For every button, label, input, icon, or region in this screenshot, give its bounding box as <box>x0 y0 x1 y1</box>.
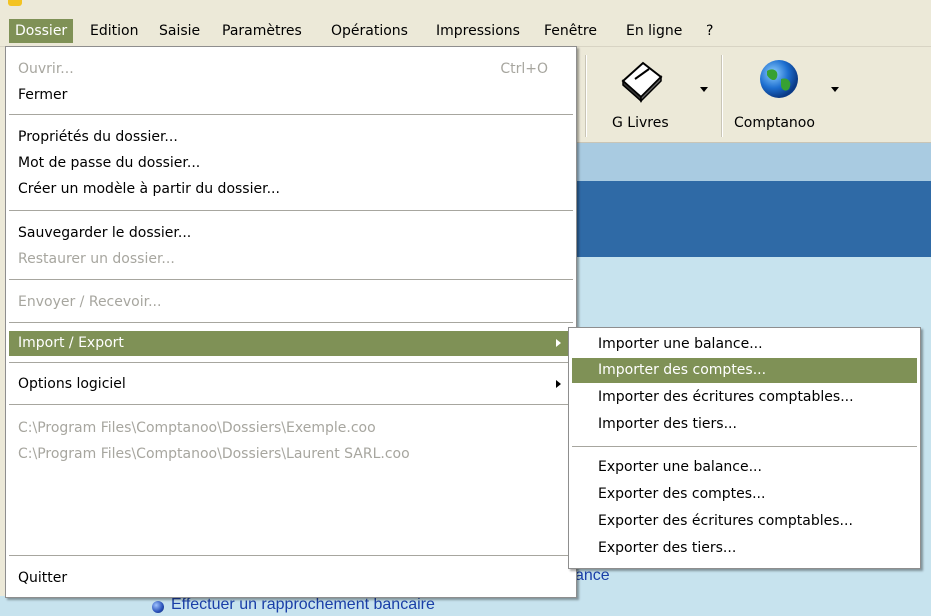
menu-item-quitter[interactable]: Quitter <box>9 566 573 591</box>
g-livres-button[interactable]: G Livres <box>595 47 713 141</box>
content-area-bottom: Effectuer un rapprochement bancaire <box>0 596 575 616</box>
menu-item-label: Exporter des tiers... <box>598 540 737 556</box>
bullet-icon <box>152 601 164 613</box>
menu-item-sauvegarder[interactable]: Sauvegarder le dossier... <box>9 221 573 246</box>
menu-item-label: Import / Export <box>18 335 124 351</box>
menu-item-label: Exporter des écritures comptables... <box>598 513 853 529</box>
menu-bar: Dossier Edition Saisie Paramètres Opérat… <box>0 16 931 47</box>
submenu-item-importer-balance[interactable]: Importer une balance... <box>572 332 917 357</box>
menu-separator <box>572 446 917 447</box>
menu-item-ouvrir[interactable]: Ouvrir... Ctrl+O <box>9 57 573 82</box>
menu-item-recent-file-1[interactable]: C:\Program Files\Comptanoo\Dossiers\Exem… <box>9 416 573 441</box>
header-band-light <box>575 143 931 181</box>
menu-parametres[interactable]: Paramètres <box>216 19 308 43</box>
globe-icon <box>760 60 798 98</box>
menu-separator <box>9 279 573 280</box>
menu-item-label: Options logiciel <box>18 376 126 392</box>
comptanoo-dropdown-arrow[interactable] <box>831 87 839 92</box>
menu-saisie[interactable]: Saisie <box>153 19 206 43</box>
menu-item-label: Quitter <box>18 570 68 586</box>
menu-item-label: Fermer <box>18 87 68 103</box>
menu-dossier[interactable]: Dossier <box>9 19 74 43</box>
link-rapprochement-bancaire[interactable]: Effectuer un rapprochement bancaire <box>171 596 435 614</box>
menu-item-label: Exporter une balance... <box>598 459 762 475</box>
menu-item-proprietes[interactable]: Propriétés du dossier... <box>9 125 573 150</box>
menu-item-label: Sauvegarder le dossier... <box>18 225 192 241</box>
menu-item-envoyer-recevoir[interactable]: Envoyer / Recevoir... <box>9 290 573 315</box>
menu-en-ligne[interactable]: En ligne <box>620 19 688 43</box>
menu-item-label: Propriétés du dossier... <box>18 129 178 145</box>
app-icon <box>8 0 22 6</box>
submenu-item-importer-tiers[interactable]: Importer des tiers... <box>572 412 917 437</box>
menu-item-recent-file-2[interactable]: C:\Program Files\Comptanoo\Dossiers\Laur… <box>9 442 573 467</box>
menu-item-label: Mot de passe du dossier... <box>18 155 201 171</box>
menu-item-label: Créer un modèle à partir du dossier... <box>18 181 280 197</box>
submenu-arrow-icon <box>556 380 561 388</box>
import-export-submenu: Importer une balance... Importer des com… <box>568 327 921 569</box>
comptanoo-button[interactable]: Comptanoo <box>727 47 847 141</box>
menu-separator <box>9 322 573 323</box>
menu-item-mot-de-passe[interactable]: Mot de passe du dossier... <box>9 151 573 176</box>
menu-item-label: Importer une balance... <box>598 336 763 352</box>
menu-separator <box>9 362 573 363</box>
menu-operations[interactable]: Opérations <box>325 19 414 43</box>
menu-item-label: Importer des tiers... <box>598 416 737 432</box>
submenu-item-importer-comptes[interactable]: Importer des comptes... <box>572 358 917 383</box>
menu-item-label: Importer des comptes... <box>598 362 767 378</box>
menu-edition[interactable]: Edition <box>84 19 144 43</box>
menu-item-shortcut: Ctrl+O <box>500 61 548 77</box>
menu-item-creer-modele[interactable]: Créer un modèle à partir du dossier... <box>9 177 573 202</box>
menu-fenetre[interactable]: Fenêtre <box>538 19 603 43</box>
g-livres-label: G Livres <box>612 115 669 131</box>
menu-help[interactable]: ? <box>700 19 719 43</box>
submenu-arrow-icon <box>556 339 561 347</box>
menu-separator <box>9 114 573 115</box>
menu-separator <box>9 210 573 211</box>
toolbar-separator <box>721 55 723 137</box>
menu-separator <box>9 404 573 405</box>
submenu-item-exporter-comptes[interactable]: Exporter des comptes... <box>572 482 917 507</box>
menu-separator <box>9 555 573 556</box>
menu-item-label: Exporter des comptes... <box>598 486 766 502</box>
toolbar-separator <box>585 55 587 137</box>
menu-item-label: Importer des écritures comptables... <box>598 389 854 405</box>
dossier-menu: Ouvrir... Ctrl+O Fermer Propriétés du do… <box>5 46 577 598</box>
menu-item-label: Ouvrir... <box>18 61 74 77</box>
menu-impressions[interactable]: Impressions <box>430 19 526 43</box>
toolbar: G Livres Comptanoo <box>575 47 931 143</box>
menu-item-options-logiciel[interactable]: Options logiciel <box>9 372 573 397</box>
menu-item-restaurer[interactable]: Restaurer un dossier... <box>9 247 573 272</box>
window-title-bar <box>0 0 931 16</box>
submenu-item-exporter-ecritures[interactable]: Exporter des écritures comptables... <box>572 509 917 534</box>
menu-item-label: Envoyer / Recevoir... <box>18 294 162 310</box>
comptanoo-label: Comptanoo <box>734 115 815 131</box>
menu-item-fermer[interactable]: Fermer <box>9 83 573 108</box>
submenu-item-exporter-balance[interactable]: Exporter une balance... <box>572 455 917 480</box>
submenu-item-exporter-tiers[interactable]: Exporter des tiers... <box>572 536 917 561</box>
menu-item-import-export[interactable]: Import / Export <box>9 331 573 356</box>
menu-item-label: C:\Program Files\Comptanoo\Dossiers\Exem… <box>18 420 376 436</box>
menu-item-label: Restaurer un dossier... <box>18 251 175 267</box>
menu-item-label: C:\Program Files\Comptanoo\Dossiers\Laur… <box>18 446 410 462</box>
g-livres-dropdown-arrow[interactable] <box>700 87 708 92</box>
link-partial[interactable]: ance <box>575 567 610 585</box>
header-band-dark <box>575 181 931 257</box>
book-icon <box>621 61 663 103</box>
submenu-item-importer-ecritures[interactable]: Importer des écritures comptables... <box>572 385 917 410</box>
window-title-clipped <box>30 0 37 10</box>
